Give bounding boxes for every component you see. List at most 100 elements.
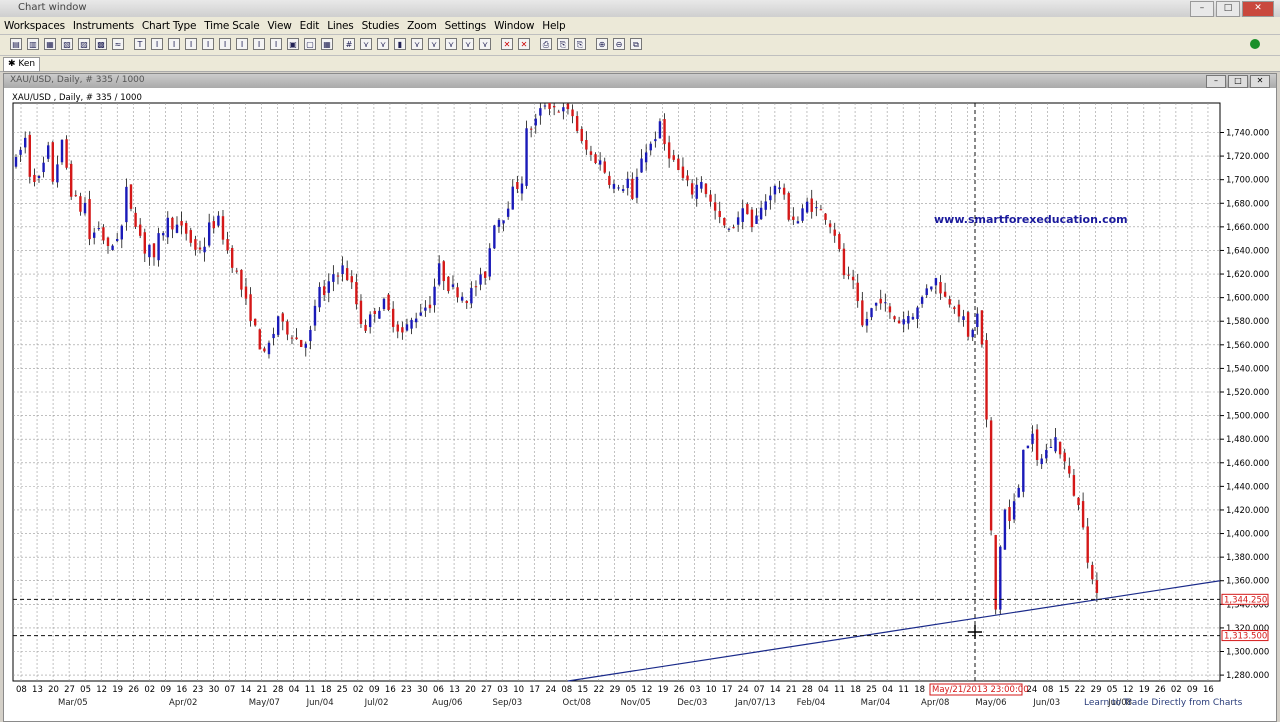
candle-body [709, 194, 712, 202]
candle-body [971, 329, 974, 338]
candle-body [470, 288, 473, 304]
candle-body [897, 320, 901, 324]
x-month-label: May/07 [249, 698, 280, 708]
candle-body [700, 181, 703, 189]
x-month-label: Apr/08 [921, 698, 949, 708]
candle-body [736, 217, 740, 225]
y-tick-label: 1,540.000 [1226, 364, 1269, 374]
candle-body [925, 288, 928, 296]
candle-body [106, 237, 110, 246]
candle-body [253, 318, 257, 326]
chart-instrument-label: XAU/USD , Daily, # 335 / 1000 [12, 93, 142, 103]
candle-body [304, 343, 307, 348]
candle-body [966, 312, 970, 337]
candle-body [704, 183, 708, 194]
candle-body [516, 181, 519, 190]
x-tick-label: 27 [64, 685, 75, 695]
candle-body [456, 287, 459, 298]
x-tick-label: 17 [529, 685, 540, 695]
candle-body [281, 313, 284, 322]
x-tick-label: 11 [834, 685, 845, 695]
candle-body [727, 228, 731, 230]
candle-body [557, 111, 560, 113]
candle-body [1086, 526, 1089, 563]
candle-body [658, 121, 662, 139]
candle-body [621, 189, 625, 192]
x-tick-label: 03 [497, 685, 508, 695]
x-tick-label: 14 [770, 685, 781, 695]
candle-body [548, 103, 551, 109]
candle-body [667, 142, 671, 159]
y-tick-label: 1,280.000 [1226, 671, 1269, 681]
candle-body [962, 316, 965, 320]
candle-body [14, 157, 18, 167]
x-tick-label: 09 [160, 685, 171, 695]
candle-body [267, 342, 271, 355]
candle-body [631, 178, 634, 199]
candle-body [502, 220, 505, 224]
candle-body [1017, 487, 1020, 498]
x-tick-label: 26 [128, 685, 139, 695]
y-tick-label: 1,500.000 [1226, 412, 1269, 422]
footer-text: Learn to Trade Directly from Charts [1084, 698, 1243, 708]
candle-body [479, 274, 482, 285]
y-tick-label: 1,480.000 [1226, 435, 1269, 445]
candle-body [272, 333, 275, 339]
candle-body [865, 318, 869, 326]
candle-body [51, 142, 54, 182]
y-tick-label: 1,380.000 [1226, 553, 1269, 563]
candle-body [976, 313, 979, 328]
x-tick-label: 16 [176, 685, 187, 695]
candle-body [198, 247, 202, 250]
candle-body [851, 276, 855, 281]
candle-body [640, 158, 643, 173]
x-tick-label: 17 [722, 685, 733, 695]
candle-body [608, 175, 611, 185]
candle-body [474, 286, 478, 288]
candle-body [442, 261, 445, 282]
x-tick-label: 07 [754, 685, 765, 695]
candle-body [874, 302, 878, 306]
x-tick-label: 04 [882, 685, 893, 695]
price-chart[interactable]: XAU/USD , Daily, # 335 / 1000 1,280.000 1,… [0, 0, 1280, 720]
candle-body [985, 340, 988, 420]
y-tick-label: 1,440.000 [1226, 482, 1269, 492]
x-tick-label: 08 [1043, 685, 1054, 695]
candle-body [543, 105, 547, 107]
candle-body [235, 270, 238, 272]
candle-body [194, 239, 197, 250]
x-month-label: Mar/04 [861, 698, 891, 708]
y-tick-label: 1,620.000 [1226, 270, 1269, 280]
candle-body [617, 187, 620, 189]
candle-body [350, 276, 353, 283]
candle-body [948, 299, 951, 305]
x-tick-label: 16 [385, 685, 396, 695]
candle-body [19, 149, 22, 155]
candle-body [534, 118, 537, 126]
candle-body [46, 145, 50, 159]
candle-body [111, 245, 114, 250]
candle-body [79, 196, 82, 212]
x-month-label: Jun/04 [306, 698, 334, 708]
x-month-label: May/06 [975, 698, 1006, 708]
candle-body [92, 232, 96, 238]
candle-body [920, 296, 924, 304]
candle-body [654, 139, 657, 142]
candle-body [322, 286, 326, 296]
candle-body [276, 316, 280, 335]
candle-body [414, 318, 418, 323]
candle-body [773, 185, 777, 195]
candle-body [387, 294, 390, 311]
candle-body [171, 217, 174, 230]
candle-body [1063, 452, 1066, 462]
candle-body [511, 186, 514, 210]
candle-body [42, 162, 45, 173]
candle-body [217, 215, 220, 226]
candle-body [359, 300, 363, 324]
y-tick-label: 1,300.000 [1226, 648, 1269, 658]
candle-body [980, 310, 984, 345]
candle-body [626, 178, 629, 189]
candle-body [939, 282, 942, 294]
candle-body [437, 263, 441, 285]
candle-body [506, 208, 510, 217]
